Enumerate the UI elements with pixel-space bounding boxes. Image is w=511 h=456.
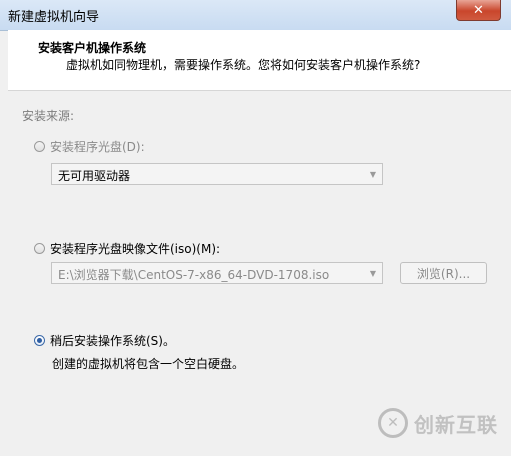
new-vm-wizard-window: 新建虚拟机向导 ✕ 安装客户机操作系统 虚拟机如同物理机，需要操作系统。您将如何… <box>0 0 511 456</box>
title-bar: 新建虚拟机向导 ✕ <box>0 0 511 31</box>
iso-option[interactable]: 安装程序光盘映像文件(iso)(M): <box>34 240 220 257</box>
page-title: 安装客户机操作系统 <box>38 41 147 55</box>
disc-radio[interactable] <box>34 141 45 152</box>
window-title: 新建虚拟机向导 <box>8 10 100 25</box>
install-later-radio[interactable] <box>34 335 45 346</box>
install-later-label: 稍后安装操作系统(S)。 <box>50 334 175 348</box>
iso-option-label: 安装程序光盘映像文件(iso)(M): <box>50 242 221 256</box>
disc-option[interactable]: 安装程序光盘(D): <box>34 138 145 155</box>
chevron-down-icon: ▼ <box>369 169 377 179</box>
watermark-logo-icon: ✕ <box>378 408 408 438</box>
iso-path-value: E:\浏览器下载\CentOS-7-x86_64-DVD-1708.iso <box>58 268 330 282</box>
chevron-down-icon: ▼ <box>369 268 377 278</box>
disc-option-label: 安装程序光盘(D): <box>50 140 145 154</box>
close-icon: ✕ <box>473 2 484 18</box>
browse-button[interactable]: 浏览(R)... <box>400 262 487 284</box>
page-subtitle: 虚拟机如同物理机，需要操作系统。您将如何安装客户机操作系统? <box>66 58 421 72</box>
close-button[interactable]: ✕ <box>456 0 501 21</box>
iso-radio[interactable] <box>34 243 45 254</box>
install-later-note: 创建的虚拟机将包含一个空白硬盘。 <box>52 357 245 371</box>
watermark-text: 创新互联 <box>414 412 498 437</box>
disc-drive-select[interactable]: 无可用驱动器 ▼ <box>51 163 383 185</box>
disc-drive-value: 无可用驱动器 <box>58 169 131 183</box>
install-source-label: 安装来源: <box>22 109 75 123</box>
iso-path-select[interactable]: E:\浏览器下载\CentOS-7-x86_64-DVD-1708.iso ▼ <box>51 262 383 284</box>
wizard-header: 安装客户机操作系统 虚拟机如同物理机，需要操作系统。您将如何安装客户机操作系统? <box>8 30 511 91</box>
install-later-option[interactable]: 稍后安装操作系统(S)。 <box>34 332 175 349</box>
watermark: ✕ 创新互联 <box>378 408 498 438</box>
